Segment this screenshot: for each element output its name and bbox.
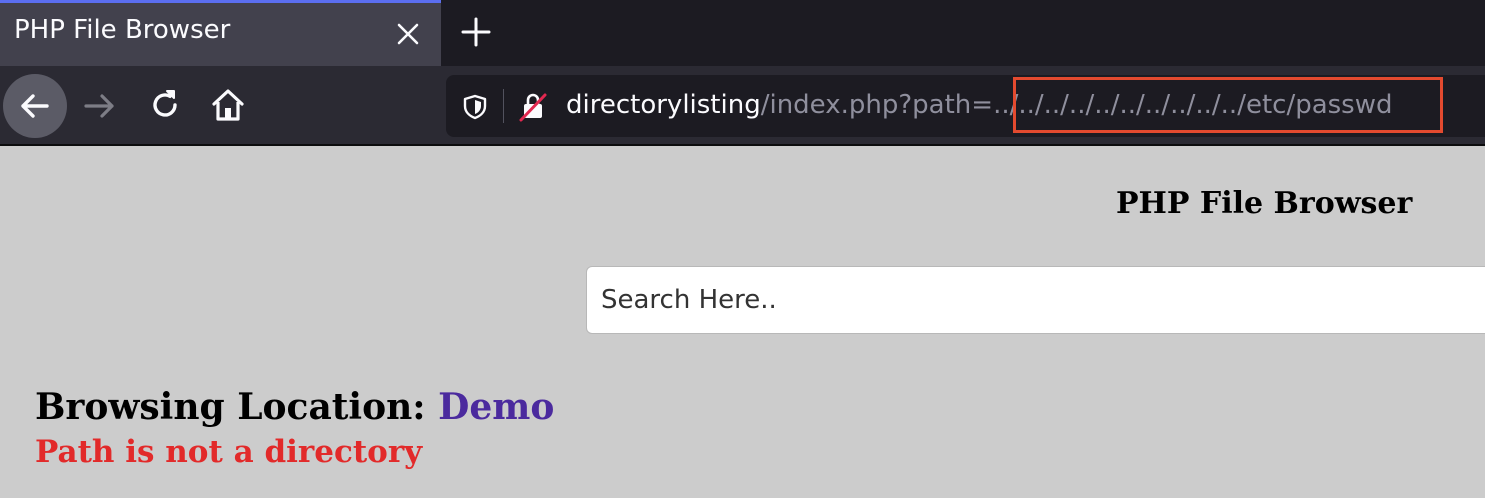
browsing-location: Browsing Location: Demo xyxy=(35,386,554,428)
back-arrow-icon xyxy=(21,94,49,118)
browsing-location-link[interactable]: Demo xyxy=(438,386,554,428)
back-button[interactable] xyxy=(3,74,67,138)
insecure-lock-icon[interactable] xyxy=(518,92,548,127)
url-host: directorylisting xyxy=(566,90,761,120)
url-path: /index.php?path= xyxy=(760,90,994,120)
plus-icon[interactable] xyxy=(460,16,492,48)
close-icon[interactable] xyxy=(395,21,421,47)
tab-title: PHP File Browser xyxy=(14,15,231,45)
search-input[interactable] xyxy=(586,266,1485,334)
address-bar[interactable]: directorylisting/index.php?path=../../..… xyxy=(446,75,1485,137)
tab-strip: PHP File Browser xyxy=(0,0,1485,66)
shield-icon[interactable] xyxy=(462,94,488,125)
page-title: PHP File Browser xyxy=(1116,186,1413,221)
path-highlight-box xyxy=(1013,77,1443,133)
url-divider xyxy=(503,89,504,123)
error-message: Path is not a directory xyxy=(35,434,423,470)
forward-arrow-icon[interactable] xyxy=(82,88,118,129)
reload-icon[interactable] xyxy=(148,88,182,127)
navigation-toolbar: directorylisting/index.php?path=../../..… xyxy=(0,66,1485,146)
browsing-location-label: Browsing Location: xyxy=(35,386,439,428)
tab-active[interactable]: PHP File Browser xyxy=(0,0,441,66)
home-icon[interactable] xyxy=(210,87,246,128)
